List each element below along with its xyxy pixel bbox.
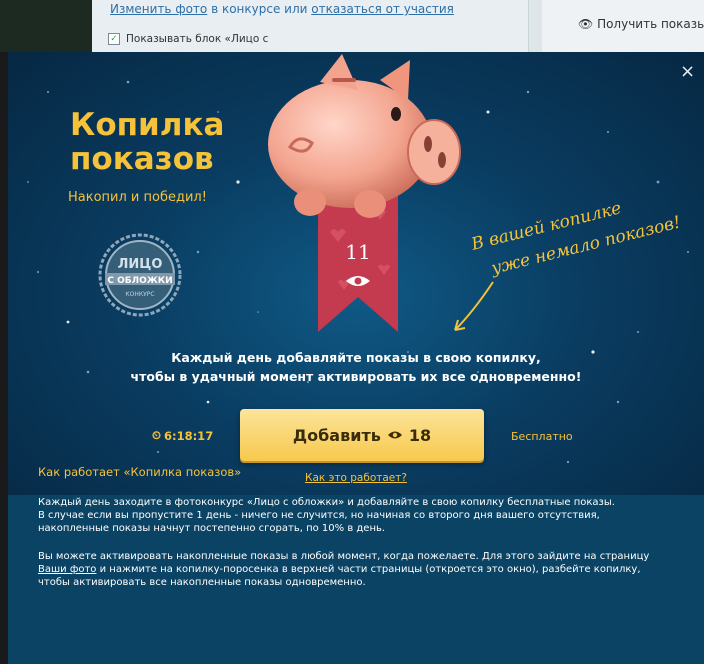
contest-badge-logo: ЛИЦО С ОБЛОЖКИ КОНКУРС: [98, 233, 182, 317]
info-p2-line1: Вы можете активировать накопленные показ…: [38, 551, 650, 562]
change-photo-row: Изменить фото в конкурсе или отказаться …: [110, 2, 454, 16]
add-button-label: Добавить: [292, 425, 381, 445]
timer-value: 6:18:17: [163, 428, 214, 443]
info-p2-line2-text: и нажмите на копилку-поросенка в верхней…: [96, 564, 641, 575]
info-title: Как работает «Копилка показов»: [38, 465, 242, 479]
info-p2-line2: Ваши фото и нажмите на копилку-поросенка…: [38, 563, 688, 576]
description: Каждый день добавляйте показы в свою коп…: [8, 348, 704, 386]
change-photo-link[interactable]: Изменить фото: [110, 2, 207, 16]
arrow-doodle: [454, 281, 494, 331]
timer: ⏲ 6:18:17: [152, 428, 213, 443]
description-line2: чтобы в удачный момент активировать их в…: [130, 369, 582, 384]
eye-icon: 👁: [578, 17, 594, 31]
modal-subtitle: Накопил и победил!: [68, 190, 207, 205]
change-photo-text: в конкурсе или: [207, 2, 312, 16]
show-block-row: ✓ Показывать блок «Лицо с: [108, 33, 268, 45]
show-block-label: Показывать блок «Лицо с: [126, 33, 269, 45]
close-icon[interactable]: ×: [680, 61, 695, 82]
free-label: Бесплатно: [511, 430, 573, 443]
background-photo: [0, 0, 92, 52]
piggy-count: 11: [345, 240, 371, 264]
info-p1-line3: накопленные показы начнут постепенно сго…: [38, 523, 386, 534]
badge-line3: КОНКУРС: [125, 291, 154, 298]
badge-line1: ЛИЦО: [118, 257, 163, 272]
info-paragraph-1: Каждый день заходите в фотоконкурс «Лицо…: [38, 496, 688, 535]
get-views-label: Получить показы: [597, 17, 704, 31]
description-line1: Каждый день добавляйте показы в свою коп…: [171, 350, 541, 365]
info-p2-line3: чтобы активировать все накопленные показ…: [38, 577, 366, 588]
badge-line2: С ОБЛОЖКИ: [107, 276, 172, 286]
eye-icon: [346, 276, 370, 286]
piggy-bank-image[interactable]: [250, 52, 466, 222]
info-p1-line1: Каждый день заходите в фотоконкурс «Лицо…: [38, 497, 615, 508]
info-p1-line2: В случае если вы пропустите 1 день - нич…: [38, 510, 600, 521]
add-views-button[interactable]: Добавить 18: [240, 409, 484, 461]
your-photos-link[interactable]: Ваши фото: [38, 564, 96, 575]
show-block-checkbox[interactable]: ✓: [108, 33, 120, 45]
handwritten-note: В вашей копилке уже немало показов!: [454, 202, 683, 331]
clock-icon: ⏲: [152, 428, 161, 442]
get-views-button[interactable]: 👁 Получить показы: [578, 17, 704, 31]
info-paragraph-2: Вы можете активировать накопленные показ…: [38, 550, 688, 589]
modal-title: Копилка показов: [70, 107, 225, 177]
add-button-count: 18: [408, 425, 432, 445]
eye-icon: [387, 431, 402, 439]
opt-out-link[interactable]: отказаться от участия: [311, 2, 454, 16]
